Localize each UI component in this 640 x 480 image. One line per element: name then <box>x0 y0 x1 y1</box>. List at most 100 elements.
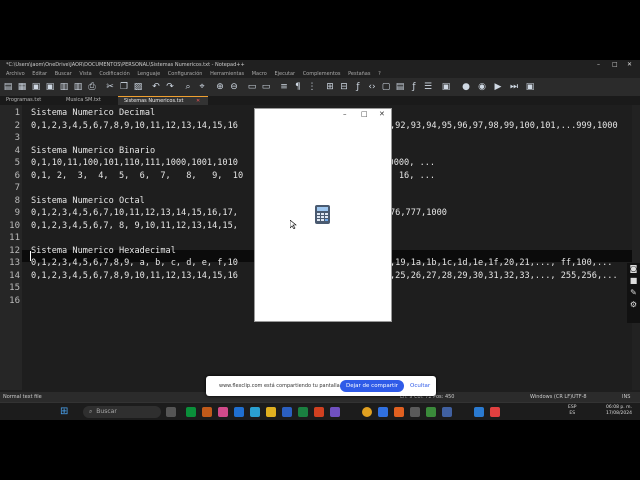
tab-programas[interactable]: Programas.txt <box>0 96 60 105</box>
close-button[interactable]: ✕ <box>627 60 632 70</box>
app-icon-5[interactable] <box>330 407 340 417</box>
app-icon-9[interactable] <box>490 407 500 417</box>
encoding: UTF-8 <box>572 394 587 400</box>
sync-vertical-icon[interactable]: ▭ <box>247 82 257 92</box>
stop-recording-icon[interactable]: ◉ <box>477 82 487 92</box>
hide-banner-link[interactable]: Ocultar <box>410 376 430 396</box>
stop-sharing-button[interactable]: Dejar de compartir <box>340 380 404 392</box>
save-macro-icon[interactable]: ▣ <box>525 82 535 92</box>
file-explorer-icon[interactable] <box>266 407 276 417</box>
calculator-taskbar-icon[interactable] <box>474 407 484 417</box>
save-all-icon[interactable]: ▣ <box>45 82 55 92</box>
calculator-window[interactable]: – □ ✕ <box>254 108 392 322</box>
doc-map-icon[interactable]: ⊟ <box>339 82 349 92</box>
app-icon-2[interactable] <box>202 407 212 417</box>
windows-start-icon[interactable]: ⊞ <box>60 407 68 417</box>
zoom-in-icon[interactable]: ⊕ <box>215 82 225 92</box>
edge-icon[interactable] <box>234 407 244 417</box>
menu-configuracion[interactable]: Configuración <box>168 71 203 77</box>
monitoring-icon[interactable]: ▤ <box>395 82 405 92</box>
find-icon[interactable]: ⌕ <box>183 82 193 92</box>
screenshot-icon[interactable]: ▣ <box>441 82 451 92</box>
language-indicator[interactable]: ESP ES <box>568 405 576 417</box>
menu-help[interactable]: ? <box>378 71 381 77</box>
taskbar-search[interactable]: ⌕ Buscar <box>83 406 161 418</box>
cut-icon[interactable]: ✂ <box>105 82 115 92</box>
new-file-icon[interactable]: ▤ <box>3 82 13 92</box>
run-macro-multiple-icon[interactable]: ⏭ <box>509 82 519 92</box>
open-file-icon[interactable]: ▦ <box>17 82 27 92</box>
maximize-button[interactable]: □ <box>612 60 618 70</box>
calculator-icon <box>315 205 330 224</box>
menu-editar[interactable]: Editar <box>32 71 47 77</box>
tab-musica-sm[interactable]: Musica SM.txt <box>60 96 120 105</box>
paste-icon[interactable]: ▨ <box>133 82 143 92</box>
settings-icon[interactable]: ⚙ <box>627 299 640 311</box>
show-all-chars-icon[interactable]: ¶ <box>293 82 303 92</box>
redo-icon[interactable]: ↷ <box>165 82 175 92</box>
video-icon[interactable]: ■ <box>627 275 640 287</box>
menu-buscar[interactable]: Buscar <box>55 71 72 77</box>
brave-icon[interactable] <box>394 407 404 417</box>
task-view-icon[interactable] <box>166 407 176 417</box>
line-number: 16 <box>9 295 20 306</box>
line-number: 5 <box>14 158 20 168</box>
app-icon-1[interactable] <box>186 407 196 417</box>
app-icon-7[interactable] <box>410 407 420 417</box>
close-all-icon[interactable]: ▥ <box>73 82 83 92</box>
editor-line-fragment: 76,777,1000 <box>390 208 447 218</box>
app-icon-8[interactable] <box>442 407 452 417</box>
vertical-scrollbar[interactable] <box>632 105 640 390</box>
powerpoint-icon[interactable] <box>314 407 324 417</box>
record-macro-icon[interactable]: ● <box>461 82 471 92</box>
draw-icon[interactable]: ✎ <box>627 287 640 299</box>
menu-ejecutar[interactable]: Ejecutar <box>274 71 295 77</box>
menu-complementos[interactable]: Complementos <box>303 71 341 77</box>
excel-icon[interactable] <box>298 407 308 417</box>
lang-bottom: ES <box>569 411 576 416</box>
menu-lenguaje[interactable]: Lenguaje <box>137 71 160 77</box>
playback-macro-icon[interactable]: ▶ <box>493 82 503 92</box>
menu-herramientas[interactable]: Herramientas <box>210 71 244 77</box>
word-icon[interactable] <box>282 407 292 417</box>
calc-minimize-button[interactable]: – <box>343 109 347 119</box>
minimize-button[interactable]: – <box>597 60 600 70</box>
calc-maximize-button[interactable]: □ <box>361 109 368 119</box>
folder-workspace-icon[interactable]: ▢ <box>381 82 391 92</box>
menu-vista[interactable]: Vista <box>79 71 91 77</box>
print-icon[interactable]: ⎙ <box>87 82 97 92</box>
undo-icon[interactable]: ↶ <box>151 82 161 92</box>
app-icon-4[interactable] <box>250 407 260 417</box>
menu-archivo[interactable]: Archivo <box>6 71 25 77</box>
define-language-icon[interactable]: ⊞ <box>325 82 335 92</box>
camera-icon[interactable]: ◙ <box>627 263 640 275</box>
app-icon-6[interactable] <box>378 407 388 417</box>
code-icon[interactable]: ‹› <box>367 82 377 92</box>
app-icon-3[interactable] <box>218 407 228 417</box>
menu-codificacion[interactable]: Codificación <box>99 71 129 77</box>
chrome-icon[interactable] <box>362 407 372 417</box>
function-list-icon[interactable]: ƒ <box>353 82 363 92</box>
function-icon[interactable]: ƒ <box>409 82 419 92</box>
clock[interactable]: 06:08 p. m. 17/08/2024 <box>606 405 632 417</box>
save-icon[interactable]: ▣ <box>31 82 41 92</box>
editor-line-fragment: ,25,26,27,28,29,30,31,32,33,..., 255,256… <box>390 270 618 281</box>
zoom-out-icon[interactable]: ⊖ <box>229 82 239 92</box>
mouse-cursor-icon <box>290 220 297 229</box>
notepadpp-icon[interactable] <box>426 407 436 417</box>
toolbar: ▤ ▦ ▣ ▣ ▥ ▥ ⎙ ✂ ❐ ▨ ↶ ↷ ⌕ ⌖ ⊕ ⊖ ▭ ▭ ≡ ¶ … <box>0 78 640 96</box>
tab-label: Programas.txt <box>6 97 42 103</box>
tab-label: Sistemas Numericos.txt <box>124 98 184 104</box>
calc-close-button[interactable]: ✕ <box>379 109 385 119</box>
indent-guide-icon[interactable]: ⋮ <box>307 82 317 92</box>
lang-top: ESP <box>568 405 577 410</box>
replace-icon[interactable]: ⌖ <box>197 82 207 92</box>
sync-horizontal-icon[interactable]: ▭ <box>261 82 271 92</box>
menu-pestanas[interactable]: Pestañas <box>348 71 370 77</box>
word-wrap-icon[interactable]: ≡ <box>279 82 289 92</box>
menu-macro[interactable]: Macro <box>252 71 267 77</box>
doc-list-icon[interactable]: ☰ <box>423 82 433 92</box>
line-number: 4 <box>14 145 20 156</box>
close-file-icon[interactable]: ▥ <box>59 82 69 92</box>
copy-icon[interactable]: ❐ <box>119 82 129 92</box>
